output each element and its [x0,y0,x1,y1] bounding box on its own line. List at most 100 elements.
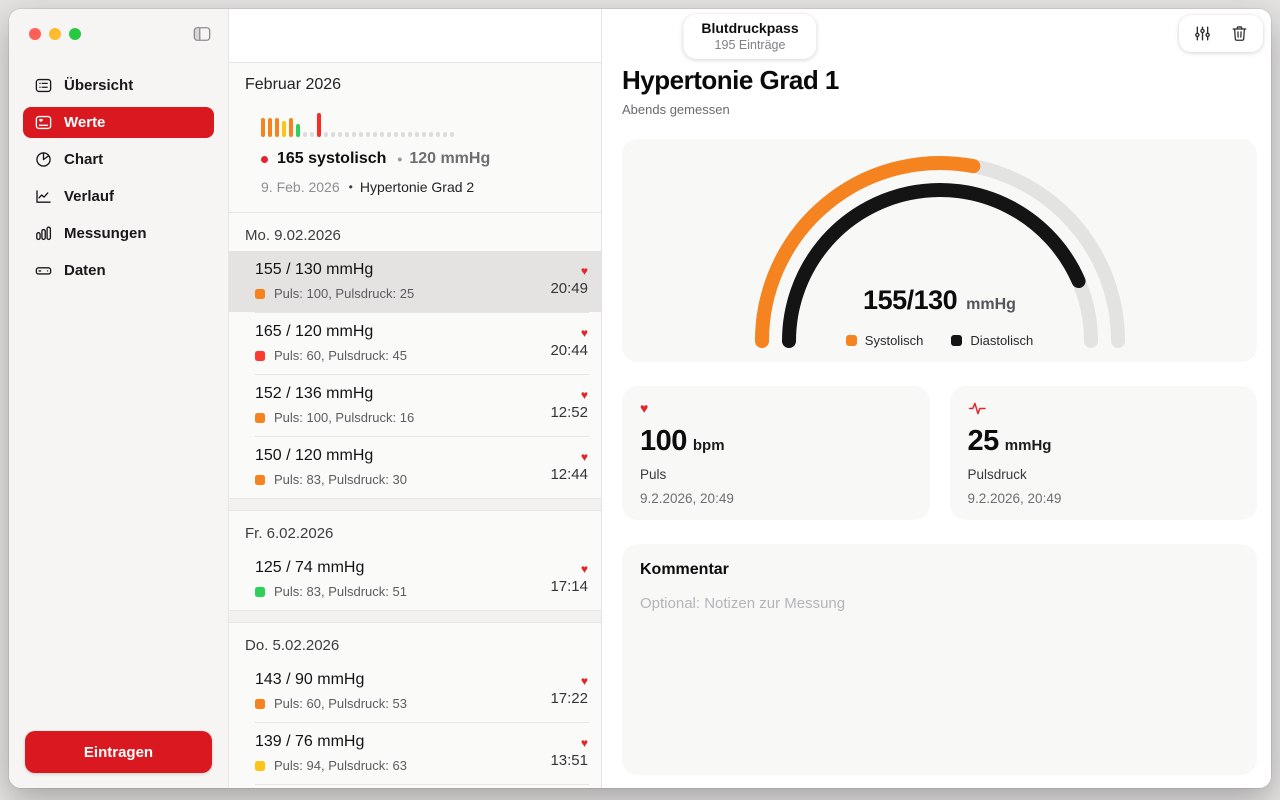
measurement-time: 17:14 [550,578,588,595]
systolic-dot-icon [261,156,268,163]
sparkline-bar [387,132,391,137]
diastolic-track-arc [789,190,1091,341]
overview-icon [34,76,53,95]
month-summary[interactable]: 165 systolisch • 120 mmHg 9. Feb. 2026 •… [229,98,601,212]
filter-sliders-icon[interactable] [1193,24,1212,43]
month-header: Februar 2026 [229,63,601,98]
detail-panel: Hypertonie Grad 1 Abends gemessen 155/13… [602,9,1271,788]
close-window-button[interactable] [29,28,41,40]
measurement-groups: Mo. 9.02.2026 155 / 130 mmHg Puls: 100, … [229,213,601,788]
legend-label: Systolisch [865,333,924,348]
legend-item: Systolisch [846,333,924,348]
pulse-detail: Puls: 83, Pulsdruck: 30 [274,472,407,487]
sparkline-bar [394,132,398,137]
stat-label: Puls [640,467,912,482]
sparkline-bar [415,132,419,137]
pulse-pressure-card: 25 mmHg Pulsdruck 9.2.2026, 20:49 [950,386,1258,520]
measurement-row[interactable]: 152 / 136 mmHg Puls: 100, Pulsdruck: 16 … [229,375,601,436]
legend-label: Diastolisch [970,333,1033,348]
card-icon [34,113,53,132]
measurement-time: 17:22 [550,690,588,707]
measurement-row[interactable]: 150 / 120 mmHg Puls: 83, Pulsdruck: 30 ♥… [229,437,601,498]
sparkline-bar [443,132,447,137]
sparkline-bar [303,132,307,137]
window-controls [29,28,81,40]
sidebar-item-verlauf[interactable]: Verlauf [23,181,214,212]
pie-icon [34,150,53,169]
measurement-context: Abends gemessen [622,102,1257,117]
sidebar-item-daten[interactable]: Daten [23,255,214,286]
ecg-icon [968,401,1240,417]
sparkline-bar [450,132,454,137]
comment-title: Kommentar [640,561,1239,579]
measurement-row[interactable]: 139 / 76 mmHg Puls: 94, Pulsdruck: 63 ♥ … [229,723,601,784]
heart-icon: ♥ [581,451,588,463]
measurement-row[interactable]: 143 / 90 mmHg Puls: 60, Pulsdruck: 53 ♥ … [229,661,601,722]
measurement-row[interactable]: 125 / 74 mmHg Puls: 83, Pulsdruck: 51 ♥ … [229,549,601,610]
pulse-detail: Puls: 100, Pulsdruck: 25 [274,286,414,301]
stat-unit: bpm [693,437,725,454]
heart-icon: ♥ [581,563,588,575]
measurement-time: 12:52 [550,404,588,421]
measurement-list-panel: Februar 2026 165 systolisch • 120 mmHg 9… [229,9,602,788]
bp-value: 152 / 136 mmHg [255,385,414,403]
measurement-row[interactable]: 165 / 120 mmHg Puls: 60, Pulsdruck: 45 ♥… [229,313,601,374]
measurement-info: 143 / 90 mmHg Puls: 60, Pulsdruck: 53 [255,671,407,711]
sparkline-bar [380,132,384,137]
measurement-time: 20:44 [550,342,588,359]
stat-label: Pulsdruck [968,467,1240,482]
gauge-arcs [720,149,1160,349]
sidebar-item-label: Messungen [64,225,147,242]
sidebar-item-label: Chart [64,151,103,168]
sidebar-toggle-icon[interactable] [191,24,213,44]
sidebar-item-label: Übersicht [64,77,133,94]
measurement-info: 139 / 76 mmHg Puls: 94, Pulsdruck: 63 [255,733,407,773]
stat-timestamp: 9.2.2026, 20:49 [968,491,1240,506]
sparkline-bar [436,132,440,137]
summary-diastolic: 120 mmHg [409,150,490,168]
status-color-square [255,351,265,361]
sidebar-item-messungen[interactable]: Messungen [23,218,214,249]
measurement-info: 152 / 136 mmHg Puls: 100, Pulsdruck: 16 [255,385,414,425]
sparkline-bar [422,132,426,137]
summary-date: 9. Feb. 2026 [261,179,340,195]
heart-icon: ♥ [581,327,588,339]
group-date-header: Mo. 9.02.2026 [229,213,601,251]
status-color-square [255,587,265,597]
trash-icon[interactable] [1230,24,1249,43]
stat-value: 25 [968,425,999,458]
group-gap [229,498,601,511]
measurement-row[interactable]: 155 / 130 mmHg Puls: 100, Pulsdruck: 25 … [229,251,601,312]
comment-card: Kommentar [622,544,1257,775]
month-sparkline [261,113,585,137]
heart-icon: ♥ [581,265,588,277]
sidebar-item-uebersicht[interactable]: Übersicht [23,70,214,101]
sparkline-bar [324,132,328,137]
heart-icon: ♥ [581,675,588,687]
measurement-meta: ♥ 12:52 [550,385,588,425]
sidebar-item-chart[interactable]: Chart [23,144,214,175]
minimize-window-button[interactable] [49,28,61,40]
bp-value: 150 / 120 mmHg [255,447,407,465]
heart-icon: ♥ [581,737,588,749]
status-color-square [255,289,265,299]
comment-input[interactable] [640,595,1239,760]
pulse-detail: Puls: 83, Pulsdruck: 51 [274,584,407,599]
heart-icon: ♥ [640,401,912,417]
stat-timestamp: 9.2.2026, 20:49 [640,491,912,506]
sidebar-item-label: Daten [64,262,106,279]
bp-value: 125 / 74 mmHg [255,559,407,577]
window-title-pill: Blutdruckpass 195 Einträge [683,14,816,59]
sidebar-item-label: Verlauf [64,188,114,205]
toolbar-actions [1179,15,1263,52]
add-entry-button[interactable]: Eintragen [25,731,212,773]
measurement-meta: ♥ 17:14 [550,559,588,599]
zoom-window-button[interactable] [69,28,81,40]
pulse-detail: Puls: 60, Pulsdruck: 53 [274,696,407,711]
measurement-row[interactable]: 112 / 72 mmHg Puls: 85, Pulsdruck: 40 ♥ … [229,785,601,788]
pulse-detail: Puls: 100, Pulsdruck: 16 [274,410,414,425]
measurement-list[interactable]: Februar 2026 165 systolisch • 120 mmHg 9… [229,62,601,788]
heart-icon: ♥ [581,389,588,401]
blood-pressure-gauge-card: 155/130mmHg SystolischDiastolisch [622,139,1257,362]
sidebar-item-werte[interactable]: Werte [23,107,214,138]
